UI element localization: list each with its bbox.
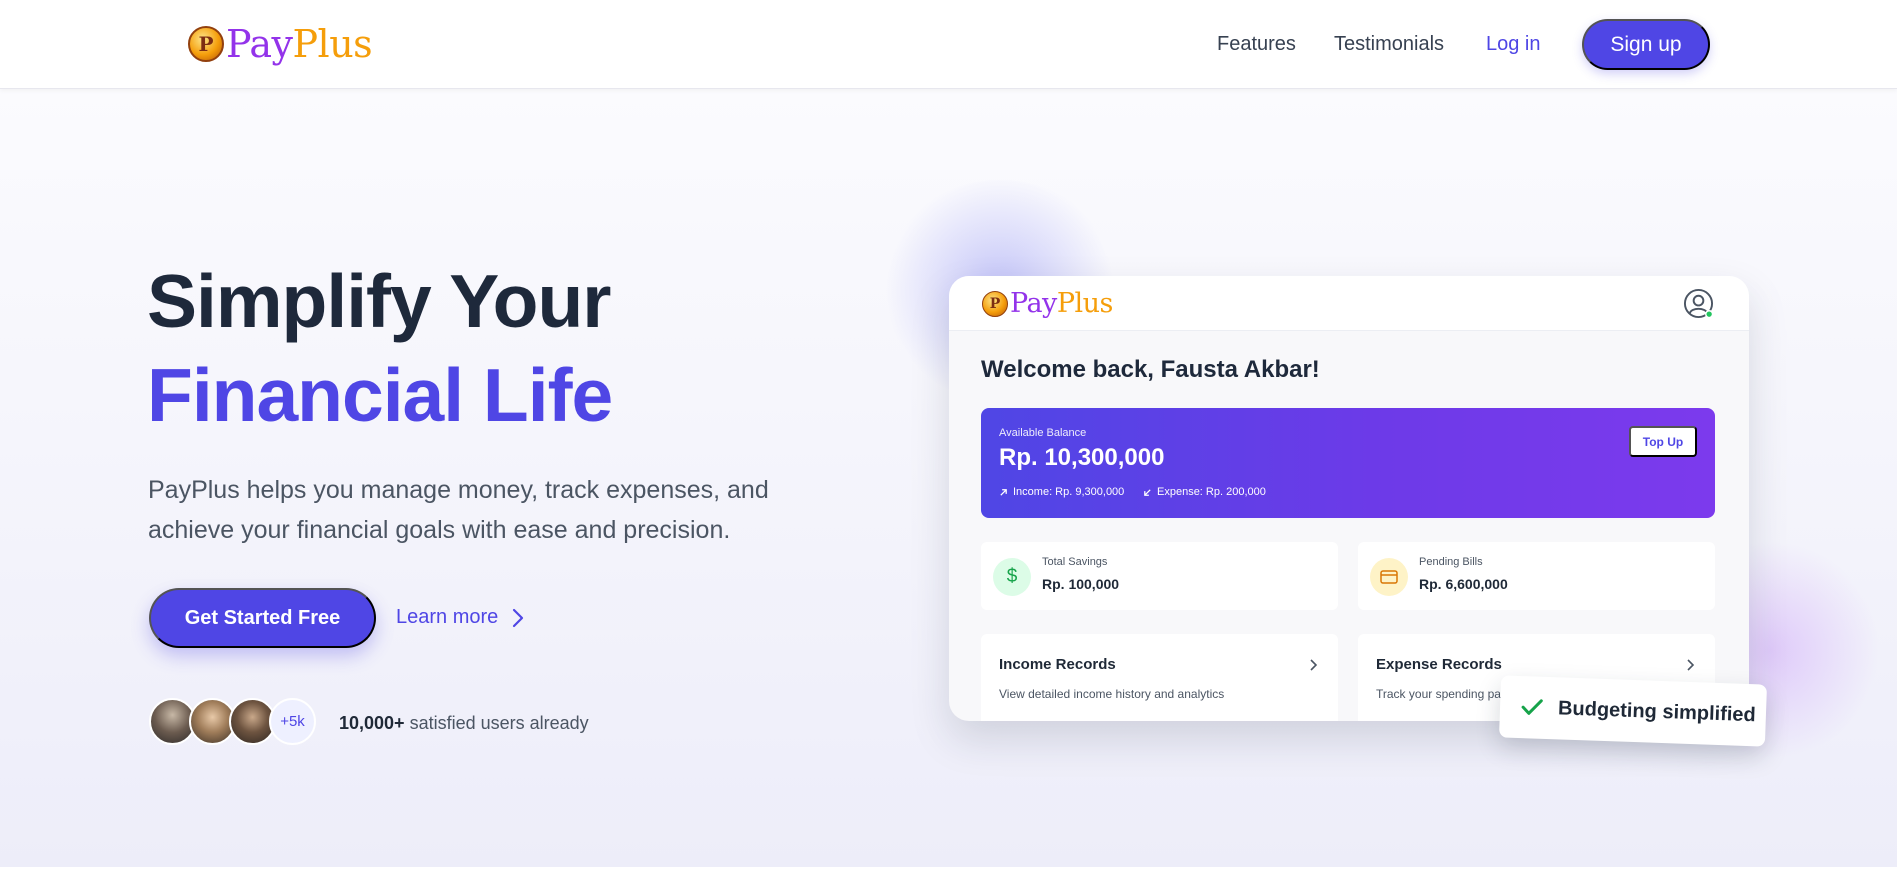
expense-summary: Expense: Rp. 200,000 bbox=[1143, 486, 1266, 498]
dashboard-preview-card: P PayPlus Welcome back, Fausta Akbar! Av… bbox=[949, 276, 1749, 721]
logo-plus-text: Plus bbox=[1056, 288, 1114, 319]
total-savings-card[interactable]: $ Total Savings Rp. 100,000 bbox=[981, 542, 1338, 610]
expense-records-title: Expense Records bbox=[1376, 656, 1502, 673]
chevron-right-icon bbox=[1310, 659, 1318, 671]
payplus-logo[interactable]: P PayPlus bbox=[188, 22, 373, 66]
section-divider bbox=[0, 867, 1897, 877]
logo-wordmark: PayPlus bbox=[226, 22, 373, 66]
hero-subtext: PayPlus helps you manage money, track ex… bbox=[148, 476, 769, 544]
logo-plus-text: Plus bbox=[292, 22, 373, 66]
learn-more-link[interactable]: Learn more bbox=[396, 606, 524, 629]
nav-link-testimonials[interactable]: Testimonials bbox=[1334, 33, 1444, 56]
satisfied-users-text: 10,000+ satisfied users already bbox=[339, 713, 589, 734]
income-summary: Income: Rp. 9,300,000 bbox=[999, 486, 1124, 498]
logo-pay-text: Pay bbox=[1010, 288, 1057, 319]
arrow-up-right-icon bbox=[1000, 488, 1007, 496]
credit-card-icon bbox=[1370, 558, 1408, 596]
chevron-right-icon bbox=[513, 608, 524, 627]
get-started-button[interactable]: Get Started Free bbox=[149, 588, 376, 648]
expense-summary-text: Expense: Rp. 200,000 bbox=[1157, 486, 1266, 498]
bills-label: Pending Bills bbox=[1419, 556, 1483, 568]
bills-value: Rp. 6,600,000 bbox=[1419, 576, 1508, 592]
logo-pay-text: Pay bbox=[226, 22, 293, 66]
arrow-down-left-icon bbox=[1144, 488, 1151, 496]
hero-headline-line1: Simplify Your bbox=[147, 259, 611, 343]
income-records-title: Income Records bbox=[999, 656, 1116, 673]
coin-logo-icon: P bbox=[982, 290, 1008, 317]
coin-logo-icon: P bbox=[188, 26, 224, 62]
balance-amount: Rp. 10,300,000 bbox=[999, 444, 1165, 471]
users-count: 10,000+ bbox=[339, 713, 405, 733]
pending-bills-card[interactable]: Pending Bills Rp. 6,600,000 bbox=[1358, 542, 1715, 610]
hero-headline-line2: Financial Life bbox=[147, 353, 613, 437]
logo-wordmark: PayPlus bbox=[1010, 288, 1113, 319]
nav-link-features[interactable]: Features bbox=[1217, 33, 1296, 56]
users-suffix: satisfied users already bbox=[404, 713, 589, 733]
income-summary-text: Income: Rp. 9,300,000 bbox=[1013, 486, 1125, 498]
learn-more-label: Learn more bbox=[396, 606, 499, 628]
budgeting-toast: Budgeting simplified bbox=[1498, 675, 1768, 747]
check-icon bbox=[1521, 699, 1543, 715]
dollar-icon: $ bbox=[993, 558, 1031, 596]
user-circle-icon[interactable] bbox=[1683, 288, 1714, 319]
balance-card: Available Balance Rp. 10,300,000 Income:… bbox=[981, 408, 1715, 518]
top-up-button[interactable]: Top Up bbox=[1629, 426, 1697, 457]
welcome-heading: Welcome back, Fausta Akbar! bbox=[981, 356, 1320, 383]
login-link[interactable]: Log in bbox=[1486, 33, 1541, 56]
payplus-logo: P PayPlus bbox=[982, 288, 1113, 319]
chevron-right-icon bbox=[1687, 659, 1695, 671]
income-records-desc: View detailed income history and analyti… bbox=[999, 687, 1225, 701]
savings-value: Rp. 100,000 bbox=[1042, 576, 1120, 592]
income-records-card[interactable]: Income Records View detailed income hist… bbox=[981, 634, 1338, 721]
dashboard-header: P PayPlus bbox=[949, 276, 1749, 331]
top-navbar: P PayPlus Features Testimonials Log in S… bbox=[0, 0, 1897, 89]
signup-button[interactable]: Sign up bbox=[1582, 19, 1710, 70]
savings-label: Total Savings bbox=[1042, 556, 1108, 568]
toast-text: Budgeting simplified bbox=[1557, 696, 1757, 726]
avatar-more-count: +5k bbox=[269, 698, 316, 745]
balance-label: Available Balance bbox=[999, 427, 1087, 439]
